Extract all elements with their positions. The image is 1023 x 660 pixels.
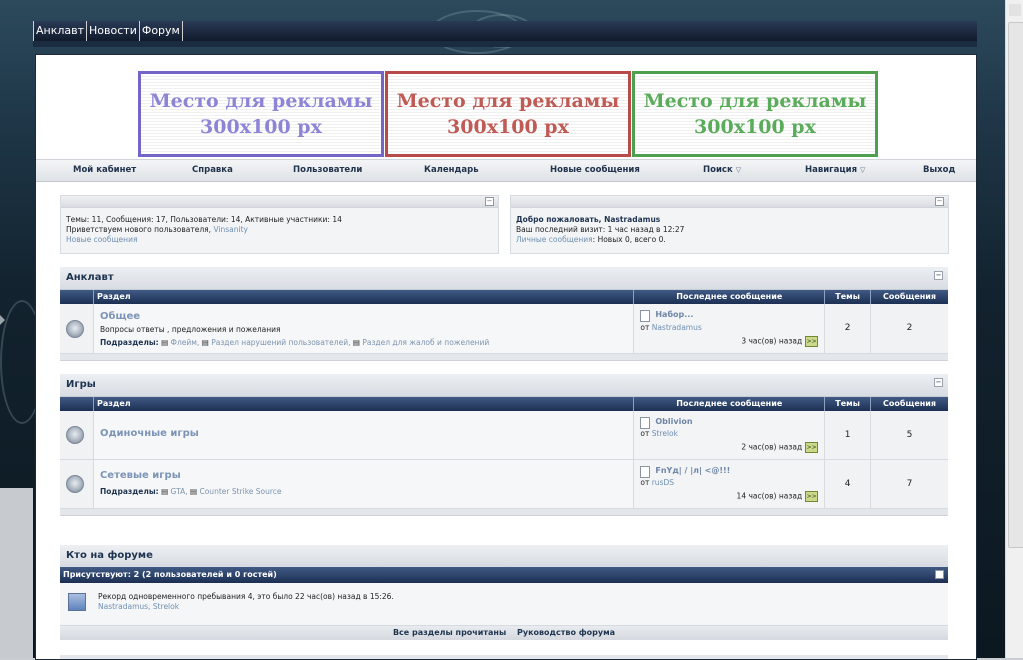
category-title[interactable]: Игры	[66, 379, 96, 390]
forum-row: Одиночные игры Oblivion от Strelok 2 час…	[60, 411, 948, 460]
collapse-icon[interactable]: −	[485, 197, 494, 206]
subforum-icon: ▤	[352, 338, 360, 347]
nav-users[interactable]: Пользователи	[293, 160, 362, 181]
post-icon	[640, 466, 651, 478]
scroll-up-icon[interactable]	[1009, 4, 1021, 16]
topnav-shadow	[33, 41, 977, 47]
forum-status-icon	[66, 320, 84, 338]
topic-count: 2	[825, 304, 872, 353]
left-gutter	[0, 488, 33, 658]
collapse-icon[interactable]: −	[934, 378, 943, 387]
subforums: Подразделы: ▤ Флейм, ▤ Раздел нарушений …	[99, 338, 490, 347]
forum-status-icon	[66, 426, 84, 444]
last-post-title[interactable]: Набор...	[655, 310, 693, 319]
post-icon	[640, 417, 651, 429]
forum-name[interactable]: Одиночные игры	[100, 428, 199, 439]
subforum-link[interactable]: GTA,	[171, 487, 188, 496]
forum-name[interactable]: Общее	[100, 311, 140, 322]
last-post-author[interactable]: Strelok	[652, 429, 678, 438]
nav-calendar[interactable]: Календарь	[424, 160, 479, 181]
category-title[interactable]: Анклавт	[66, 272, 114, 283]
table-header: Раздел Последнее сообщение Темы Сообщени…	[60, 397, 948, 411]
topic-count: 4	[825, 460, 872, 508]
nav-new-posts[interactable]: Новые сообщения	[550, 160, 640, 181]
last-post-author[interactable]: Nastradamus	[652, 323, 702, 332]
forum-navbar: Мой кабинет Справка Пользователи Календа…	[36, 159, 976, 182]
private-messages-link[interactable]: Личные сообщения	[516, 235, 593, 244]
online-record-text: Рекорд одновременного пребывания 4, это …	[98, 592, 394, 601]
subforum-icon: ▤	[190, 487, 198, 496]
online-users-icon	[68, 593, 86, 611]
nav-my-cabinet[interactable]: Мой кабинет	[73, 160, 136, 181]
post-count: 5	[906, 430, 913, 440]
forum-guide-link[interactable]: Руководство форума	[517, 628, 615, 637]
category-games: Игры − Раздел Последнее сообщение Темы Со…	[60, 374, 948, 516]
topnav-forum[interactable]: Форум	[140, 21, 183, 41]
go-arrow-icon[interactable]: >>	[805, 491, 819, 502]
subforum-link[interactable]: Раздел нарушений пользователей,	[211, 338, 350, 347]
collapse-icon[interactable]: −	[934, 271, 943, 280]
online-users-list[interactable]: Nastradamus, Strelok	[98, 602, 394, 612]
dropdown-triangle-icon: ▽	[735, 166, 742, 174]
who-online-title[interactable]: Кто на форуме	[60, 545, 948, 567]
go-arrow-icon[interactable]: >>	[805, 442, 819, 453]
last-post-title[interactable]: FnYд| / |л| <@!!!	[655, 466, 730, 475]
mark-all-read-link[interactable]: Все разделы прочитаны	[393, 628, 506, 637]
topnav-news[interactable]: Новости	[87, 21, 140, 41]
new-user-link[interactable]: Vinsanity	[213, 225, 248, 234]
category-anklavt: Анклавт − Раздел Последнее сообщение Темы…	[60, 267, 948, 361]
last-post-author[interactable]: rusDS	[652, 478, 674, 487]
last-post-time: 14 час(ов) назад	[736, 491, 803, 501]
last-post-time: 2 час(ов) назад	[741, 442, 803, 452]
subforums: Подразделы: ▤ GTA, ▤ Counter Strike Sour…	[99, 487, 282, 496]
new-user-line: Приветствуем нового пользователя, Vinsan…	[66, 225, 248, 234]
stats-line: Темы: 11, Сообщения: 17, Пользователи: 1…	[66, 215, 342, 224]
table-header: Раздел Последнее сообщение Темы Сообщени…	[60, 290, 948, 304]
ad-banner-1[interactable]: Место для рекламы 300x100 px	[138, 71, 384, 157]
subforum-icon: ▤	[161, 338, 169, 347]
ad-banner-2[interactable]: Место для рекламы 300x100 px	[385, 71, 631, 157]
online-present-count: Присутствуют: 2 (2 пользователей и 0 гос…	[63, 570, 277, 579]
nav-navigation[interactable]: Навигация ▽	[805, 160, 865, 181]
go-arrow-icon[interactable]: >>	[805, 336, 819, 347]
dropdown-triangle-icon: ▽	[860, 166, 866, 174]
collapse-icon[interactable]	[935, 570, 944, 579]
topic-count: 1	[825, 411, 872, 459]
forum-description: Вопросы ответы , предложения и пожелания	[99, 325, 281, 334]
subforum-icon: ▤	[161, 487, 169, 496]
post-icon	[640, 310, 651, 322]
nav-search[interactable]: Поиск ▽	[703, 160, 741, 181]
last-post-title[interactable]: Oblivion	[655, 417, 692, 426]
nav-help[interactable]: Справка	[192, 160, 233, 181]
private-messages-count: : Новых 0, всего 0.	[592, 235, 666, 244]
who-online-section: Кто на форуме Присутствуют: 2 (2 пользов…	[60, 545, 948, 640]
subforum-link[interactable]: Раздел для жалоб и пожелений	[362, 338, 489, 347]
last-post-time: 3 час(ов) назад	[741, 336, 803, 346]
forum-name[interactable]: Сетевые игры	[100, 470, 181, 481]
nav-logout[interactable]: Выход	[923, 160, 955, 181]
top-navigation: Анклавт Новости Форум	[33, 21, 977, 47]
subforum-icon: ▤	[201, 338, 209, 347]
forum-stats-box: − Темы: 11, Сообщения: 17, Пользователи:…	[60, 195, 499, 254]
post-count: 7	[906, 479, 913, 489]
topnav-anklavt[interactable]: Анклавт	[33, 21, 88, 41]
subforum-link[interactable]: Флейм,	[171, 338, 200, 347]
welcome-box: − Добро пожаловать, Nastradamus Ваш посл…	[510, 195, 949, 254]
forum-row: Общее Вопросы ответы , предложения и пож…	[60, 304, 948, 354]
forum-status-icon	[66, 475, 84, 493]
collapse-icon[interactable]: −	[935, 197, 944, 206]
subforum-link[interactable]: Counter Strike Source	[199, 487, 281, 496]
welcome-title: Добро пожаловать, Nastradamus	[516, 215, 661, 224]
expand-arrow-icon[interactable]	[0, 315, 5, 325]
forum-row: Сетевые игры Подразделы: ▤ GTA, ▤ Counte…	[60, 460, 948, 509]
new-posts-link[interactable]: Новые сообщения	[66, 235, 137, 244]
last-visit-text: Ваш последний визит: 1 час назад в 12:27	[516, 225, 685, 234]
forum-page: Место для рекламы 300x100 px Место для р…	[35, 54, 977, 660]
ad-banner-3[interactable]: Место для рекламы 300x100 px	[632, 71, 878, 157]
scroll-thumb[interactable]	[1008, 22, 1023, 548]
post-count: 2	[906, 323, 913, 333]
vertical-scrollbar[interactable]	[1005, 0, 1023, 658]
